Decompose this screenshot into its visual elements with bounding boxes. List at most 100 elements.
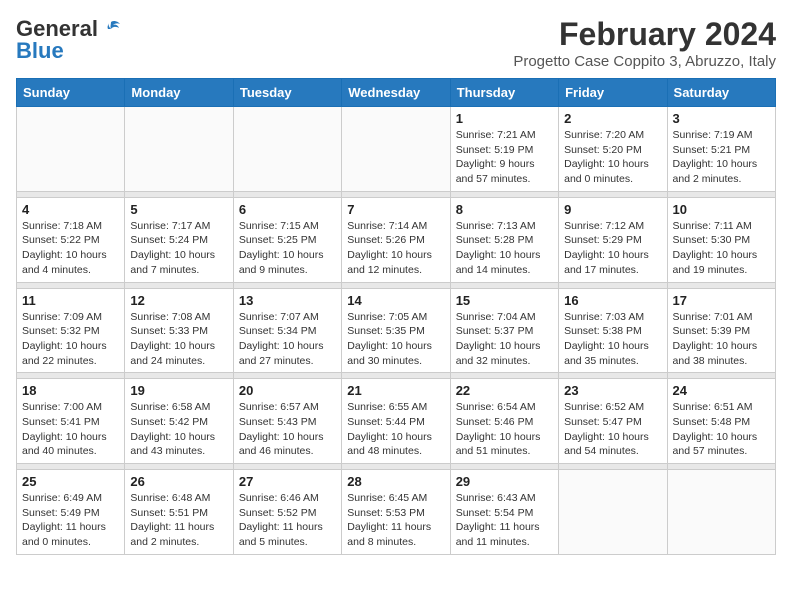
day-info: Sunrise: 7:08 AMSunset: 5:33 PMDaylight:… [130,310,227,369]
day-number: 3 [673,111,770,126]
calendar-day-1: 1Sunrise: 7:21 AMSunset: 5:19 PMDaylight… [450,107,558,192]
day-number: 24 [673,383,770,398]
day-number: 2 [564,111,661,126]
calendar-week-row: 1Sunrise: 7:21 AMSunset: 5:19 PMDaylight… [17,107,776,192]
day-number: 7 [347,202,444,217]
day-info: Sunrise: 6:58 AMSunset: 5:42 PMDaylight:… [130,400,227,459]
day-info: Sunrise: 7:17 AMSunset: 5:24 PMDaylight:… [130,219,227,278]
calendar-day-3: 3 Sunrise: 7:19 AMSunset: 5:21 PMDaylight… [667,107,775,192]
calendar-table: SundayMondayTuesdayWednesdayThursdayFrid… [16,78,776,555]
calendar-day-22: 22 Sunrise: 6:54 AMSunset: 5:46 PMDayligh… [450,379,558,464]
location-text: Progetto Case Coppito 3, Abruzzo, Italy [513,53,776,70]
day-number: 4 [22,202,119,217]
calendar-header-row: SundayMondayTuesdayWednesdayThursdayFrid… [17,79,776,107]
calendar-day-16: 16Sunrise: 7:03 AMSunset: 5:38 PMDayligh… [559,288,667,373]
calendar-day-10: 10 Sunrise: 7:11 AMSunset: 5:30 PMDayligh… [667,197,775,282]
calendar-day-9: 9 Sunrise: 7:12 AMSunset: 5:29 PMDaylight… [559,197,667,282]
day-info: Sunrise: 7:11 AMSunset: 5:30 PMDaylight:… [673,219,770,278]
day-header-monday: Monday [125,79,233,107]
calendar-empty-cell [342,107,450,192]
day-info: Sunrise: 7:12 AMSunset: 5:29 PMDaylight:… [564,219,661,278]
day-info: Sunrise: 6:48 AMSunset: 5:51 PMDaylight:… [130,491,227,550]
day-info: Sunrise: 6:45 AMSunset: 5:53 PMDaylight:… [347,491,444,550]
calendar-empty-cell [667,470,775,555]
day-number: 19 [130,383,227,398]
day-info: Sunrise: 6:51 AMSunset: 5:48 PMDaylight:… [673,400,770,459]
day-info: Sunrise: 7:00 AMSunset: 5:41 PMDaylight:… [22,400,119,459]
day-number: 5 [130,202,227,217]
day-info: Sunrise: 7:07 AMSunset: 5:34 PMDaylight:… [239,310,336,369]
day-number: 8 [456,202,553,217]
logo-blue-text: Blue [16,38,64,64]
day-number: 16 [564,293,661,308]
calendar-day-28: 28 Sunrise: 6:45 AMSunset: 5:53 PMDayligh… [342,470,450,555]
day-number: 10 [673,202,770,217]
day-info: Sunrise: 7:04 AMSunset: 5:37 PMDaylight:… [456,310,553,369]
calendar-empty-cell [559,470,667,555]
day-number: 15 [456,293,553,308]
day-number: 22 [456,383,553,398]
month-title: February 2024 [513,16,776,53]
calendar-day-24: 24 Sunrise: 6:51 AMSunset: 5:48 PMDayligh… [667,379,775,464]
day-number: 13 [239,293,336,308]
title-area: February 2024 Progetto Case Coppito 3, A… [513,16,776,70]
calendar-day-13: 13 Sunrise: 7:07 AMSunset: 5:34 PMDayligh… [233,288,341,373]
day-header-friday: Friday [559,79,667,107]
day-number: 14 [347,293,444,308]
day-number: 18 [22,383,119,398]
calendar-day-2: 2 Sunrise: 7:20 AMSunset: 5:20 PMDaylight… [559,107,667,192]
day-number: 27 [239,474,336,489]
day-number: 9 [564,202,661,217]
day-info: Sunrise: 7:18 AMSunset: 5:22 PMDaylight:… [22,219,119,278]
day-info: Sunrise: 7:09 AMSunset: 5:32 PMDaylight:… [22,310,119,369]
day-info: Sunrise: 7:15 AMSunset: 5:25 PMDaylight:… [239,219,336,278]
day-info: Sunrise: 7:21 AMSunset: 5:19 PMDaylight:… [456,128,553,187]
calendar-day-27: 27Sunrise: 6:46 AMSunset: 5:52 PMDayligh… [233,470,341,555]
calendar-day-12: 12Sunrise: 7:08 AMSunset: 5:33 PMDayligh… [125,288,233,373]
day-header-sunday: Sunday [17,79,125,107]
calendar-day-11: 11 Sunrise: 7:09 AMSunset: 5:32 PMDayligh… [17,288,125,373]
day-info: Sunrise: 7:20 AMSunset: 5:20 PMDaylight:… [564,128,661,187]
day-info: Sunrise: 6:57 AMSunset: 5:43 PMDaylight:… [239,400,336,459]
calendar-day-21: 21 Sunrise: 6:55 AMSunset: 5:44 PMDayligh… [342,379,450,464]
day-number: 28 [347,474,444,489]
calendar-day-18: 18 Sunrise: 7:00 AMSunset: 5:41 PMDayligh… [17,379,125,464]
calendar-day-23: 23Sunrise: 6:52 AMSunset: 5:47 PMDayligh… [559,379,667,464]
day-info: Sunrise: 7:01 AMSunset: 5:39 PMDaylight:… [673,310,770,369]
calendar-day-5: 5 Sunrise: 7:17 AMSunset: 5:24 PMDaylight… [125,197,233,282]
calendar-week-row: 11 Sunrise: 7:09 AMSunset: 5:32 PMDayligh… [17,288,776,373]
day-header-saturday: Saturday [667,79,775,107]
calendar-day-25: 25Sunrise: 6:49 AMSunset: 5:49 PMDayligh… [17,470,125,555]
calendar-day-8: 8 Sunrise: 7:13 AMSunset: 5:28 PMDaylight… [450,197,558,282]
calendar-day-6: 6 Sunrise: 7:15 AMSunset: 5:25 PMDaylight… [233,197,341,282]
day-number: 21 [347,383,444,398]
calendar-empty-cell [233,107,341,192]
day-info: Sunrise: 7:13 AMSunset: 5:28 PMDaylight:… [456,219,553,278]
calendar-day-4: 4 Sunrise: 7:18 AMSunset: 5:22 PMDaylight… [17,197,125,282]
day-number: 6 [239,202,336,217]
day-info: Sunrise: 6:55 AMSunset: 5:44 PMDaylight:… [347,400,444,459]
day-info: Sunrise: 6:43 AMSunset: 5:54 PMDaylight:… [456,491,553,550]
calendar-day-17: 17Sunrise: 7:01 AMSunset: 5:39 PMDayligh… [667,288,775,373]
day-header-thursday: Thursday [450,79,558,107]
calendar-day-26: 26 Sunrise: 6:48 AMSunset: 5:51 PMDayligh… [125,470,233,555]
logo-bird-icon [100,18,122,40]
calendar-empty-cell [17,107,125,192]
day-info: Sunrise: 7:19 AMSunset: 5:21 PMDaylight:… [673,128,770,187]
day-number: 20 [239,383,336,398]
calendar-week-row: 18 Sunrise: 7:00 AMSunset: 5:41 PMDayligh… [17,379,776,464]
day-header-wednesday: Wednesday [342,79,450,107]
day-info: Sunrise: 7:14 AMSunset: 5:26 PMDaylight:… [347,219,444,278]
calendar-day-15: 15 Sunrise: 7:04 AMSunset: 5:37 PMDayligh… [450,288,558,373]
day-header-tuesday: Tuesday [233,79,341,107]
day-info: Sunrise: 6:54 AMSunset: 5:46 PMDaylight:… [456,400,553,459]
day-number: 11 [22,293,119,308]
calendar-day-7: 7 Sunrise: 7:14 AMSunset: 5:26 PMDaylight… [342,197,450,282]
logo: General Blue [16,16,122,64]
page-header: General Blue February 2024 Progetto Case… [16,16,776,70]
calendar-empty-cell [125,107,233,192]
day-number: 26 [130,474,227,489]
day-info: Sunrise: 6:52 AMSunset: 5:47 PMDaylight:… [564,400,661,459]
day-info: Sunrise: 7:05 AMSunset: 5:35 PMDaylight:… [347,310,444,369]
calendar-day-14: 14 Sunrise: 7:05 AMSunset: 5:35 PMDayligh… [342,288,450,373]
